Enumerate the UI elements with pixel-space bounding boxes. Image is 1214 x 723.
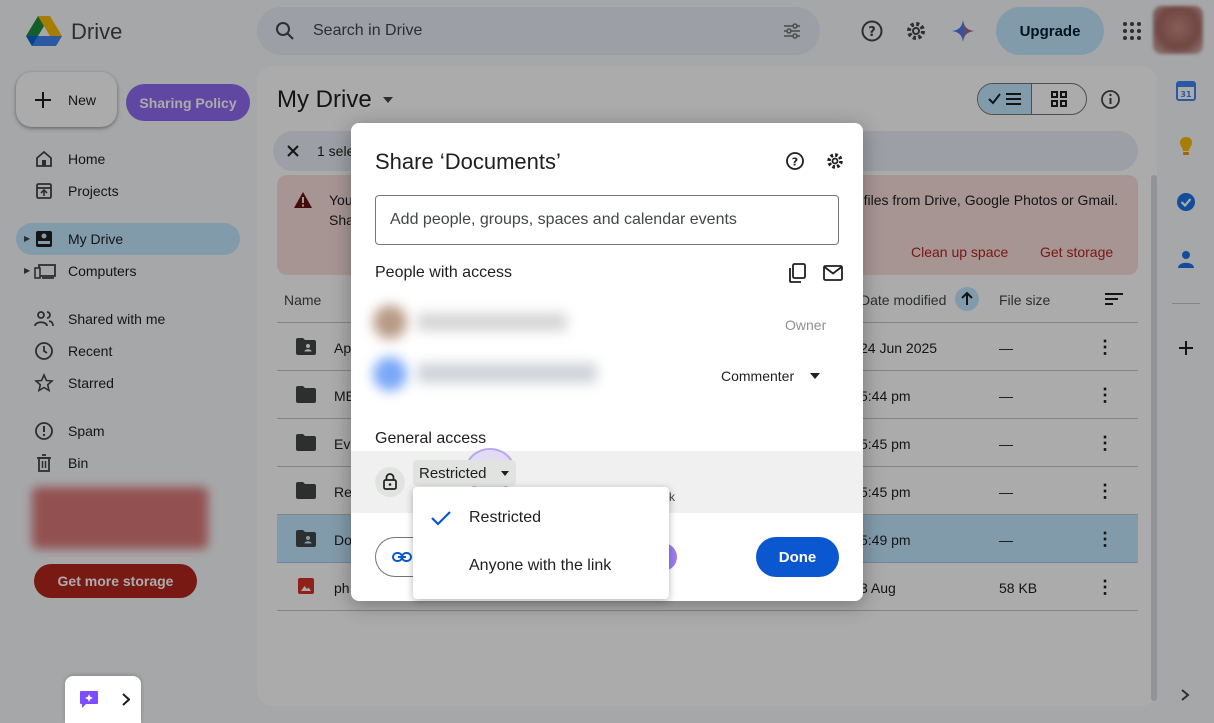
- access-value: Restricted: [419, 464, 487, 482]
- add-people-input[interactable]: Add people, groups, spaces and calendar …: [375, 195, 839, 245]
- menu-item-restricted[interactable]: Restricted: [413, 494, 669, 542]
- menu-item-label: Restricted: [469, 509, 542, 526]
- chat-widget[interactable]: [65, 676, 141, 723]
- copy-emails-icon[interactable]: [788, 263, 806, 283]
- lock-icon: [383, 473, 397, 490]
- caret-down-icon: [810, 373, 821, 379]
- access-hint-tail: k: [669, 490, 675, 504]
- access-dropdown-menu: Restricted Anyone with the link: [413, 487, 669, 599]
- menu-item-label: Anyone with the link: [469, 557, 612, 574]
- settings-icon[interactable]: [825, 151, 845, 171]
- owner-avatar: [373, 305, 407, 339]
- email-icon[interactable]: [823, 265, 843, 281]
- person-avatar: [373, 357, 407, 391]
- done-button[interactable]: Done: [756, 537, 839, 577]
- chevron-right-icon[interactable]: [122, 693, 130, 706]
- lock-icon-wrapper: [375, 467, 405, 497]
- general-access-heading: General access: [375, 430, 487, 447]
- owner-info-blurred: [417, 313, 567, 331]
- owner-role: Owner: [785, 317, 827, 333]
- help-icon[interactable]: ?: [785, 151, 805, 171]
- svg-text:?: ?: [792, 156, 798, 169]
- caret-down-icon: [500, 470, 509, 476]
- role-value: Commenter: [721, 368, 795, 384]
- role-dropdown[interactable]: Commenter: [721, 368, 821, 384]
- person-info-blurred: [417, 363, 597, 383]
- menu-item-anyone-with-link[interactable]: Anyone with the link: [413, 542, 669, 590]
- general-access-dropdown[interactable]: Restricted: [413, 460, 516, 486]
- link-icon: [392, 550, 412, 564]
- dialog-title: Share ‘Documents’: [375, 149, 561, 174]
- chat-icon[interactable]: [79, 690, 99, 709]
- people-with-access-heading: People with access: [375, 264, 512, 281]
- check-icon: [431, 510, 451, 526]
